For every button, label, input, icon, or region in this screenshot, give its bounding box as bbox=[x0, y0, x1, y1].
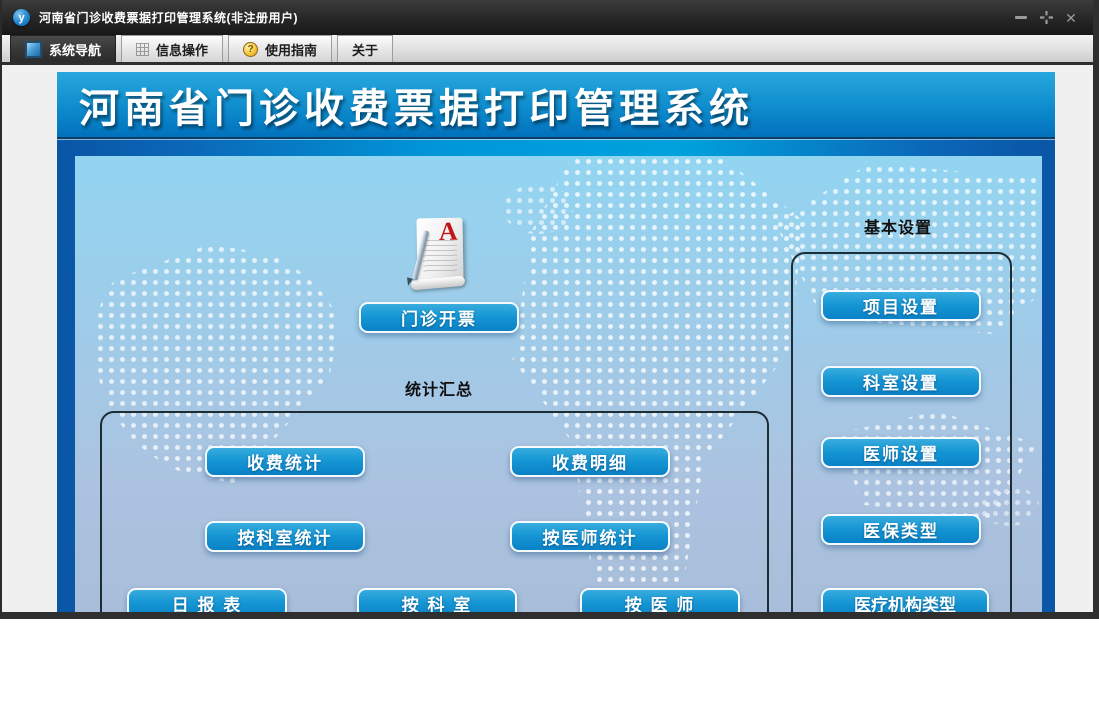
item-settings-button[interactable]: 项目设置 bbox=[821, 290, 981, 321]
main-panel: A 门诊开票 统计汇总 收费统计 收费明细 按科室统计 按医师统计 日 报 表 … bbox=[57, 139, 1055, 612]
physician-settings-button[interactable]: 医师设置 bbox=[821, 437, 981, 468]
window-controls: ✕ bbox=[1013, 10, 1079, 26]
by-physician-button[interactable]: 按 医 师 bbox=[580, 588, 740, 612]
medical-institution-type-button[interactable]: 医疗机构类型 bbox=[821, 588, 989, 612]
daily-report-button[interactable]: 日 报 表 bbox=[127, 588, 287, 612]
stats-group-box bbox=[100, 411, 769, 612]
title-bar: y 河南省门诊收费票据打印管理系统(非注册用户) ✕ bbox=[2, 0, 1093, 35]
tab-about[interactable]: 关于 bbox=[337, 35, 394, 62]
insurance-type-button[interactable]: 医保类型 bbox=[821, 514, 981, 545]
tab-user-guide[interactable]: ? 使用指南 bbox=[228, 35, 333, 62]
page-title: 河南省门诊收费票据打印管理系统 bbox=[79, 86, 754, 131]
stats-by-physician-button[interactable]: 按医师统计 bbox=[510, 521, 670, 552]
banner: 河南省门诊收费票据打印管理系统 bbox=[57, 72, 1055, 139]
minimize-button[interactable] bbox=[1013, 10, 1029, 26]
grid-icon bbox=[136, 42, 150, 56]
by-department-button[interactable]: 按 科 室 bbox=[357, 588, 517, 612]
tab-label: 使用指南 bbox=[265, 42, 318, 58]
tab-label: 关于 bbox=[352, 42, 379, 58]
map-background: A 门诊开票 统计汇总 收费统计 收费明细 按科室统计 按医师统计 日 报 表 … bbox=[75, 156, 1042, 612]
invoice-document-icon: A bbox=[405, 216, 473, 296]
restore-icon bbox=[1039, 11, 1053, 24]
tab-system-navigation[interactable]: 系统导航 bbox=[10, 35, 117, 62]
close-icon: ✕ bbox=[1065, 9, 1077, 26]
tab-label: 系统导航 bbox=[49, 42, 102, 58]
desktop-background: y 河南省门诊收费票据打印管理系统(非注册用户) ✕ 系统导航 信息操作 ? 使… bbox=[0, 0, 1099, 723]
close-button[interactable]: ✕ bbox=[1063, 10, 1079, 26]
world-map-dots bbox=[503, 184, 573, 234]
stats-by-department-button[interactable]: 按科室统计 bbox=[205, 521, 365, 552]
tab-label: 信息操作 bbox=[156, 42, 209, 58]
settings-group-label: 基本设置 bbox=[863, 220, 932, 237]
restore-button[interactable] bbox=[1038, 10, 1054, 26]
department-settings-button[interactable]: 科室设置 bbox=[821, 366, 981, 397]
tab-information-operation[interactable]: 信息操作 bbox=[121, 35, 224, 62]
tab-bar: 系统导航 信息操作 ? 使用指南 关于 bbox=[2, 35, 1093, 65]
app-logo-icon: y bbox=[13, 9, 30, 26]
invoice-letter-a: A bbox=[438, 216, 458, 247]
app-window: y 河南省门诊收费票据打印管理系统(非注册用户) ✕ 系统导航 信息操作 ? 使… bbox=[0, 0, 1099, 619]
fee-details-button[interactable]: 收费明细 bbox=[510, 446, 670, 477]
help-coin-icon: ? bbox=[243, 41, 259, 57]
window-title: 河南省门诊收费票据打印管理系统(非注册用户) bbox=[39, 11, 298, 25]
fee-statistics-button[interactable]: 收费统计 bbox=[205, 446, 365, 477]
stats-group-label: 统计汇总 bbox=[404, 382, 473, 399]
outpatient-invoicing-button[interactable]: 门诊开票 bbox=[359, 302, 519, 333]
blue-square-icon bbox=[25, 40, 42, 58]
minimize-icon bbox=[1015, 16, 1027, 19]
